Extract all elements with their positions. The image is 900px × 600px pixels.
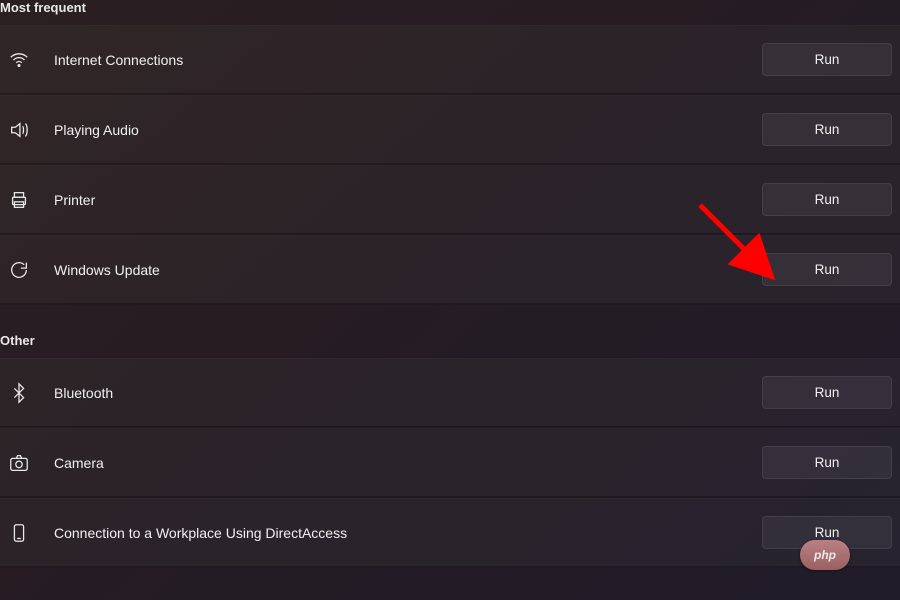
audio-icon <box>8 119 30 141</box>
troubleshoot-page: Most frequent Internet Connections Run P… <box>0 0 900 600</box>
row-left: Playing Audio <box>8 119 139 141</box>
row-label: Printer <box>54 192 95 208</box>
printer-icon <box>8 189 30 211</box>
row-direct-access[interactable]: Connection to a Workplace Using DirectAc… <box>0 498 900 568</box>
row-label: Internet Connections <box>54 52 183 68</box>
row-playing-audio[interactable]: Playing Audio Run <box>0 95 900 165</box>
row-left: Connection to a Workplace Using DirectAc… <box>8 522 347 544</box>
row-internet-connections[interactable]: Internet Connections Run <box>0 25 900 95</box>
section-gap <box>0 305 900 333</box>
bluetooth-icon <box>8 382 30 404</box>
phone-icon <box>8 522 30 544</box>
row-left: Printer <box>8 189 95 211</box>
run-button-windows-update[interactable]: Run <box>762 253 892 286</box>
watermark-badge: php <box>800 540 850 570</box>
run-button-printer[interactable]: Run <box>762 183 892 216</box>
row-printer[interactable]: Printer Run <box>0 165 900 235</box>
camera-icon <box>8 452 30 474</box>
row-label: Connection to a Workplace Using DirectAc… <box>54 525 347 541</box>
row-left: Internet Connections <box>8 49 183 71</box>
row-label: Bluetooth <box>54 385 113 401</box>
section-header-most-frequent: Most frequent <box>0 0 900 25</box>
run-button-playing-audio[interactable]: Run <box>762 113 892 146</box>
section-header-other: Other <box>0 333 900 358</box>
list-other: Bluetooth Run Camera Run Connection to a… <box>0 358 900 568</box>
update-icon <box>8 259 30 281</box>
wifi-icon <box>8 49 30 71</box>
row-windows-update[interactable]: Windows Update Run <box>0 235 900 305</box>
row-bluetooth[interactable]: Bluetooth Run <box>0 358 900 428</box>
list-most-frequent: Internet Connections Run Playing Audio R… <box>0 25 900 305</box>
row-label: Windows Update <box>54 262 160 278</box>
row-label: Camera <box>54 455 104 471</box>
run-button-camera[interactable]: Run <box>762 446 892 479</box>
row-left: Bluetooth <box>8 382 113 404</box>
row-label: Playing Audio <box>54 122 139 138</box>
row-camera[interactable]: Camera Run <box>0 428 900 498</box>
row-left: Camera <box>8 452 104 474</box>
row-left: Windows Update <box>8 259 160 281</box>
run-button-bluetooth[interactable]: Run <box>762 376 892 409</box>
run-button-internet-connections[interactable]: Run <box>762 43 892 76</box>
